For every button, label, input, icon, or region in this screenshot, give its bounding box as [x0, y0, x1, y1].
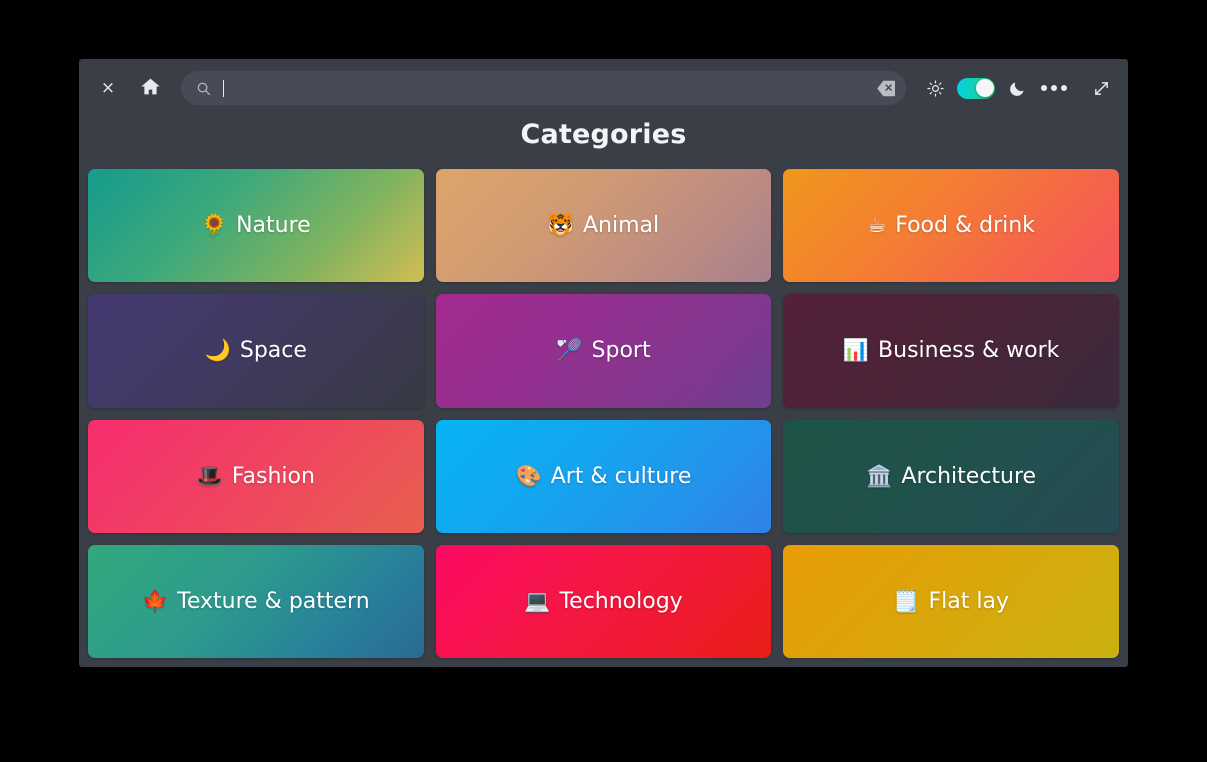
category-tile-art-and-culture[interactable]: 🎨 Art & culture — [435, 419, 772, 533]
tile-label: 📊 Business & work — [843, 338, 1060, 363]
tile-label-text: Animal — [583, 213, 660, 239]
category-grid: 🌻 Nature 🐯 Animal ☕ Food & drink 🌙 Space — [79, 169, 1128, 667]
tile-label: 🏸 Sport — [556, 338, 650, 363]
theme-toggle-switch[interactable] — [957, 77, 995, 99]
toolbar-right-controls — [920, 71, 1116, 105]
clear-search-button[interactable] — [872, 75, 900, 101]
expand-fullscreen-icon[interactable] — [1086, 71, 1116, 105]
tile-label-text: Texture & pattern — [177, 588, 370, 614]
sunflower-emoji: 🌻 — [200, 213, 228, 238]
tile-label-text: Architecture — [901, 463, 1037, 489]
category-tile-texture-and-pattern[interactable]: 🍁 Texture & pattern — [88, 544, 424, 658]
tile-label-text: Food & drink — [895, 213, 1035, 239]
category-tile-flat-lay[interactable]: 🗒️ Flat lay — [783, 544, 1119, 658]
home-button[interactable] — [129, 67, 171, 109]
category-tile-business-and-work[interactable]: 📊 Business & work — [783, 294, 1119, 408]
tile-label: 🗒️ Flat lay — [893, 589, 1009, 614]
tile-label-text: Art & culture — [550, 463, 692, 489]
theme-toggle-knob — [975, 79, 994, 97]
tile-label: 💻 Technology — [524, 589, 682, 614]
tile-label: 🐯 Animal — [548, 213, 659, 238]
close-icon: × — [100, 77, 116, 98]
search-input[interactable] — [212, 71, 872, 105]
tile-label: 🎨 Art & culture — [516, 464, 692, 489]
tile-label-text: Business & work — [878, 338, 1060, 364]
category-tile-animal[interactable]: 🐯 Animal — [435, 169, 772, 283]
app-window: × Categories 🌻 Nature 🐯 Animal ☕ Food & … — [79, 59, 1128, 667]
tile-label: 🌻 Nature — [201, 213, 311, 238]
category-tile-space[interactable]: 🌙 Space — [88, 294, 424, 408]
laptop-emoji: 💻 — [524, 588, 551, 613]
tile-label-text: Flat lay — [928, 588, 1009, 614]
tile-label: 🎩 Fashion — [197, 464, 315, 489]
moon-icon[interactable] — [1002, 71, 1032, 105]
tabbed-notebook-emoji: 🗒️ — [893, 588, 920, 613]
dot — [1061, 85, 1067, 91]
dot — [1041, 85, 1047, 91]
dot — [1051, 85, 1057, 91]
text-cursor — [223, 79, 224, 97]
tile-label: 🏛️ Architecture — [866, 464, 1036, 489]
hot-beverage-emoji: ☕ — [867, 213, 887, 238]
category-tile-nature[interactable]: 🌻 Nature — [88, 169, 424, 283]
tile-label-text: Space — [239, 338, 307, 364]
category-tile-food-and-drink[interactable]: ☕ Food & drink — [783, 169, 1119, 283]
badminton-emoji: 🏸 — [556, 338, 583, 363]
sun-icon[interactable] — [920, 71, 950, 105]
tile-label-text: Technology — [559, 588, 683, 614]
page-title: Categories — [520, 119, 687, 150]
category-tile-sport[interactable]: 🏸 Sport — [435, 294, 772, 408]
tile-label-text: Fashion — [231, 463, 315, 489]
tile-label-text: Sport — [591, 338, 651, 364]
tile-label-text: Nature — [236, 213, 311, 239]
artist-palette-emoji: 🎨 — [515, 463, 542, 488]
close-button[interactable]: × — [87, 67, 129, 109]
home-icon — [140, 76, 161, 101]
tile-label: 🍁 Texture & pattern — [142, 589, 370, 614]
bar-chart-emoji: 📊 — [842, 338, 870, 363]
tiger-face-emoji: 🐯 — [547, 213, 574, 238]
category-tile-technology[interactable]: 💻 Technology — [435, 544, 772, 658]
tile-label: ☕ Food & drink — [867, 213, 1035, 238]
category-tile-architecture[interactable]: 🏛️ Architecture — [783, 419, 1119, 533]
maple-leaf-emoji: 🍁 — [141, 588, 169, 613]
tile-label: 🌙 Space — [205, 338, 307, 363]
classical-building-emoji: 🏛️ — [866, 463, 893, 488]
search-icon — [194, 79, 212, 97]
toolbar: × — [79, 59, 1128, 117]
search-bar[interactable] — [181, 71, 906, 105]
top-hat-emoji: 🎩 — [196, 463, 223, 488]
crescent-moon-emoji: 🌙 — [204, 338, 231, 363]
three-dots-menu-icon[interactable] — [1032, 71, 1076, 105]
category-tile-fashion[interactable]: 🎩 Fashion — [88, 419, 424, 533]
